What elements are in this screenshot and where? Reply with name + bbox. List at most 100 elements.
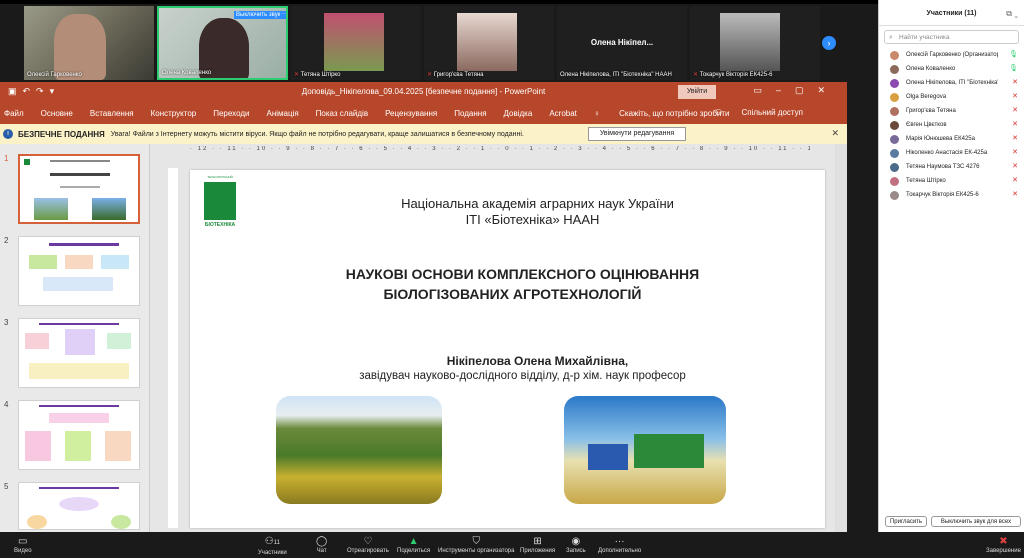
video-strip: Олексій Гарковенко Выключить звук ··· Ол… xyxy=(0,0,878,82)
mic-off-icon[interactable]: ✕ xyxy=(1012,90,1018,104)
avatar xyxy=(890,191,899,200)
ribbon-tabs: Файл Основне Вставлення Конструктор Пере… xyxy=(0,102,847,124)
mic-off-icon: ✕ xyxy=(693,72,699,78)
video-tile[interactable]: Олексій Гарковенко xyxy=(24,6,154,80)
org-line-2: ІТІ «Біотехніка» НААН xyxy=(465,212,600,227)
tab-file[interactable]: Файл xyxy=(4,109,24,118)
participant-row[interactable]: Токарчук Вікторія ЕК425-6 ✕ xyxy=(879,188,1024,202)
apps-button[interactable]: ⊞ Приложения xyxy=(520,535,555,554)
apps-label: Приложения xyxy=(520,548,556,554)
slide-thumbnail[interactable] xyxy=(18,236,140,306)
participant-row[interactable]: Григор'єва Тетяна ✕ xyxy=(879,104,1024,118)
sign-in-button[interactable]: Увійти xyxy=(678,85,716,99)
chevron-right-icon[interactable]: › xyxy=(822,36,836,50)
mic-off-icon: ✕ xyxy=(294,72,300,78)
avatar xyxy=(720,13,780,71)
chat-label: Чат xyxy=(316,548,327,554)
mic-off-icon[interactable]: ✕ xyxy=(1012,160,1018,174)
participant-name: Тетяна Штірко xyxy=(906,178,946,184)
video-button[interactable]: ▭ Видео xyxy=(14,535,32,554)
tab-view[interactable]: Подання xyxy=(454,109,486,118)
mute-all-button[interactable]: Выключить звук для всех xyxy=(931,516,1021,527)
participant-row[interactable]: Ніколенко Анастасія ЕК-425а ✕ xyxy=(879,146,1024,160)
participant-name: Олена Коваленко xyxy=(906,66,956,72)
video-tile[interactable]: ✕ Григор'єва Тетяна xyxy=(424,6,554,80)
mic-off-icon[interactable]: ✕ xyxy=(1012,174,1018,188)
tab-insert[interactable]: Вставлення xyxy=(90,109,134,118)
slide-thumbnail[interactable] xyxy=(18,400,140,470)
participant-search-input[interactable]: ⌕ Найти участника xyxy=(884,30,1019,44)
vertical-scrollbar[interactable] xyxy=(835,144,847,532)
mic-on-icon[interactable]: 🎙 xyxy=(1009,62,1018,76)
chat-button[interactable]: ◯ Чат xyxy=(316,535,327,554)
record-icon: ◉ xyxy=(571,536,581,547)
record-button[interactable]: ◉ Запись xyxy=(566,535,586,554)
participant-row[interactable]: Тетяна Наумова ТЗС 4276 ✕ xyxy=(879,160,1024,174)
tab-animations[interactable]: Анімація xyxy=(266,109,298,118)
panel-title: Участники (11) xyxy=(926,10,977,17)
top-bar xyxy=(0,0,878,4)
search-placeholder: Найти участника xyxy=(899,34,950,41)
participant-row[interactable]: Olga Beregova ✕ xyxy=(879,90,1024,104)
slide-thumbnail[interactable] xyxy=(18,318,140,388)
author-name: Нікіпелова Олена Михайлівна, xyxy=(446,354,629,368)
tab-review[interactable]: Рецензування xyxy=(385,109,437,118)
share-label: Поделиться xyxy=(397,548,431,554)
video-tile[interactable]: Олена Нікіпел... Олена Нікіпелова, ІТІ "… xyxy=(557,6,687,80)
thumb-number: 1 xyxy=(4,154,9,163)
thumb-number: 4 xyxy=(4,400,9,409)
share-label: Спільний доступ xyxy=(741,108,803,117)
participant-row[interactable]: Марія Юнюшева ЕК425а ✕ xyxy=(879,132,1024,146)
slide-thumbnail[interactable] xyxy=(18,482,140,530)
participant-name: Ніколенко Анастасія ЕК-425а xyxy=(906,150,988,156)
avatar xyxy=(890,177,899,186)
participant-row[interactable]: Олексій Гарковенко (Организатор, я) 🎙 xyxy=(879,48,1024,62)
thumb-number: 2 xyxy=(4,236,9,245)
mic-off-icon[interactable]: ✕ xyxy=(1012,146,1018,160)
more-button[interactable]: ··· Дополнительно xyxy=(598,535,641,554)
participant-row[interactable]: Олена Нікіпелова, ІТІ "Біотехніка" НААН ✕ xyxy=(879,76,1024,90)
share-screen-button[interactable]: ▲ Поделиться xyxy=(397,535,430,554)
tab-help[interactable]: Довідка xyxy=(504,109,533,118)
slide-thumbnail[interactable] xyxy=(18,154,140,224)
react-button[interactable]: ♡ Отреагировать xyxy=(347,535,389,554)
tell-me-label: Скажіть, що потрібно зробити xyxy=(619,108,730,118)
share-button[interactable]: ⚇ Спільний доступ xyxy=(715,108,820,117)
mic-off-icon[interactable]: ✕ xyxy=(1012,188,1018,202)
avatar xyxy=(890,121,899,130)
mic-on-icon[interactable]: 🎙 xyxy=(1009,48,1018,62)
tab-slideshow[interactable]: Показ слайдів xyxy=(316,109,368,118)
participant-name: Григор'єва Тетяна xyxy=(906,108,956,114)
participant-row[interactable]: Євген Цвєтков ✕ xyxy=(879,118,1024,132)
enable-editing-button[interactable]: Увімкнути редагування xyxy=(588,127,686,141)
mic-off-icon[interactable]: ✕ xyxy=(1012,132,1018,146)
tab-transitions[interactable]: Переходи xyxy=(213,109,249,118)
video-tile[interactable]: ✕ Токарчук Вікторія ЕК425-6 xyxy=(690,6,820,80)
tab-acrobat[interactable]: Acrobat xyxy=(549,109,577,118)
participant-row[interactable]: Олена Коваленко 🎙 xyxy=(879,62,1024,76)
close-icon[interactable]: ✕ xyxy=(831,128,839,139)
participant-row[interactable]: Тетяна Штірко ✕ xyxy=(879,174,1024,188)
participants-button[interactable]: ⚇11 Участники xyxy=(258,535,287,556)
end-button[interactable]: ✖ Завершение xyxy=(986,535,1021,554)
host-tools-button[interactable]: ⛉ Инструменты организатора xyxy=(438,535,514,554)
video-tile[interactable]: ✕ Тетяна Штірко xyxy=(291,6,421,80)
tab-design[interactable]: Конструктор xyxy=(151,109,197,118)
video-tile-active[interactable]: Выключить звук ··· Олена Коваленко xyxy=(157,6,288,80)
mute-badge[interactable]: Выключить звук xyxy=(234,11,283,19)
more-icon[interactable]: ··· xyxy=(280,11,286,19)
avatar xyxy=(890,163,899,172)
tab-home[interactable]: Основне xyxy=(41,109,73,118)
mic-off-icon[interactable]: ✕ xyxy=(1012,118,1018,132)
participant-name: Олена Нікіпелова, ІТІ "Біотехніка" НААН xyxy=(906,80,998,86)
search-icon: ⌕ xyxy=(889,34,893,41)
mic-off-icon[interactable]: ✕ xyxy=(1012,104,1018,118)
invite-button[interactable]: Пригласить xyxy=(885,516,927,527)
mic-off-icon[interactable]: ✕ xyxy=(1012,76,1018,90)
more-icon: ··· xyxy=(614,536,625,547)
avatar xyxy=(890,107,899,116)
slide-canvas[interactable]: ТЕХНОЛОГІЧНИЙ БІОТЕХНІКА Національна ака… xyxy=(190,170,825,528)
window-controls[interactable]: ▭–▢✕ xyxy=(753,85,839,96)
popout-icon[interactable]: ⧉ ⌄ xyxy=(1006,0,1018,28)
share-screen-icon: ▲ xyxy=(408,536,419,547)
